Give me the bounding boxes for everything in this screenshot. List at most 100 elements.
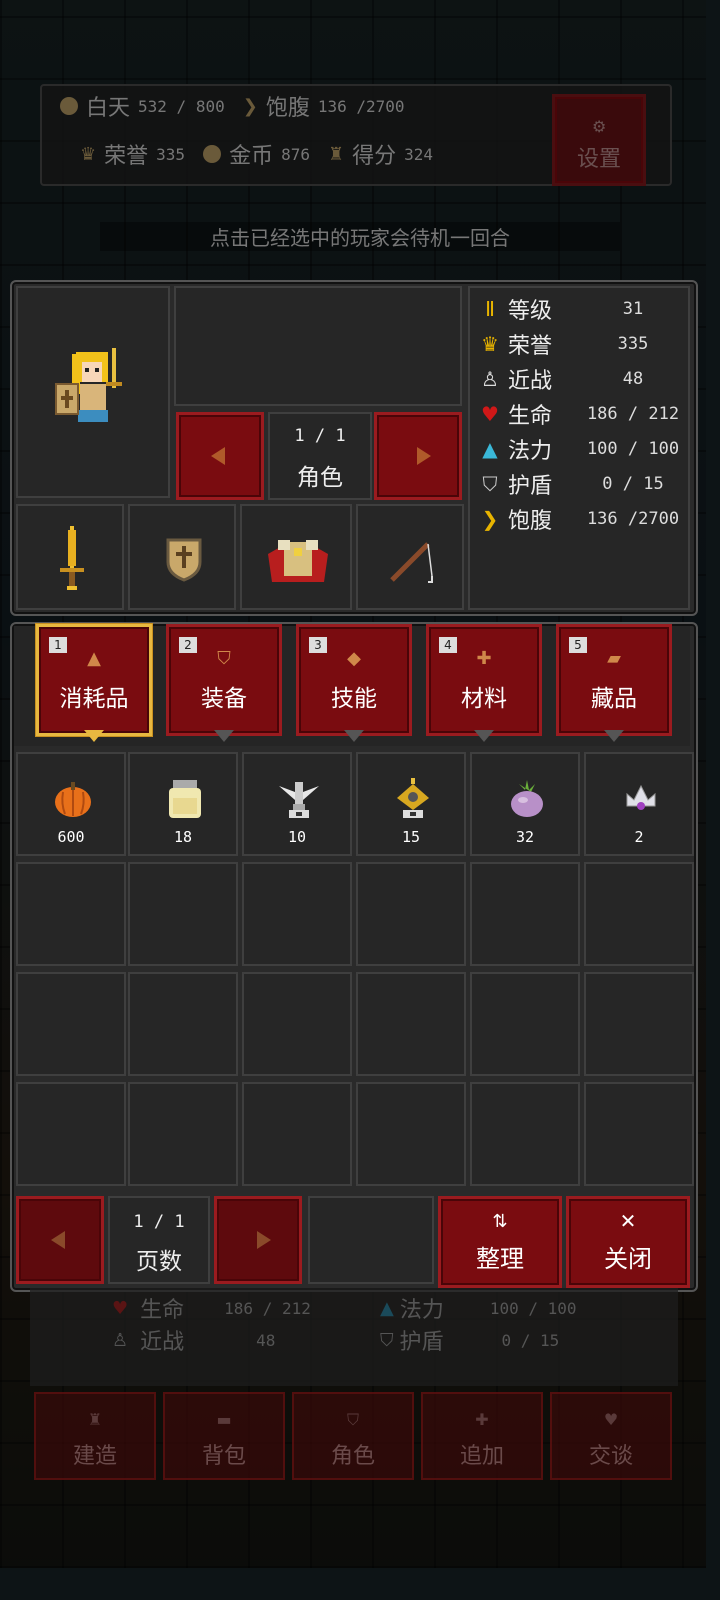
pillar-icon: Ⅱ [485,297,495,321]
fishing-rod-icon [390,542,433,583]
settings-label: 设置 [576,147,621,172]
bottom-tab-3[interactable]: ✚ 追加 [421,1392,543,1480]
stat-name: 荣誉 [508,334,553,359]
item-count: 15 [401,828,421,846]
turnip-icon [505,776,549,820]
equip-slot-shield[interactable] [128,504,236,610]
inventory-slot[interactable]: 15 [356,752,466,856]
inventory-slot-empty[interactable] [242,1082,352,1186]
tab-arrow-icon [344,730,364,742]
bottom-tab-0[interactable]: ♜ 建造 [34,1392,156,1480]
bag-icon: ▬ [216,1410,232,1429]
day-label: 白天 [86,96,131,121]
hammer-icon: ♜ [87,1410,103,1429]
arrow-right-icon [417,447,431,465]
bottom-tab-4[interactable]: ♥ 交谈 [550,1392,672,1480]
tab-armor[interactable]: 2 ⛉ 装备 [166,624,282,736]
inventory-slot-empty[interactable] [242,862,352,966]
inventory-slot-empty[interactable] [470,862,580,966]
selected-arrow-icon [84,730,104,742]
tab-gem[interactable]: 3 ◆ 技能 [296,624,412,736]
tab-arrow-icon [474,730,494,742]
inventory-slot[interactable]: 18 [128,752,238,856]
stat-row-0: Ⅱ 等级 31 [478,292,688,326]
inventory-slot-empty[interactable] [470,972,580,1076]
prev-character-button[interactable] [176,412,264,500]
tab-potion[interactable]: 1 ▲ 消耗品 [36,624,152,736]
inventory-slot-empty[interactable] [356,972,466,1076]
stat-row-5: ⛉ 护盾 0 / 15 [478,467,688,501]
inventory-slot-empty[interactable] [584,1082,694,1186]
bottom-tab-1[interactable]: ▬ 背包 [163,1392,285,1480]
close-button[interactable]: ✕ 关闭 [566,1196,690,1288]
portrait-slot[interactable] [16,286,170,498]
inventory-slot-empty[interactable] [356,1082,466,1186]
next-character-button[interactable] [374,412,462,500]
close-label: 关闭 [604,1245,652,1273]
stat-row-6: ❯ 饱腹 136 /2700 [478,502,688,536]
day-row: 白天 532 / 800 ❯ 饱腹 136 /2700 [60,90,405,122]
bg-shield-label: 护盾 [399,1330,444,1355]
inventory-slot-empty[interactable] [16,972,126,1076]
inventory-slot-empty[interactable] [128,862,238,966]
character-page-number: 1 / 1 [294,426,346,446]
bg-hp-label: 生命 [140,1298,185,1323]
heart-icon: ♥ [112,1297,129,1319]
tab-number: 3 [309,637,327,653]
stat-name: 法力 [508,439,553,464]
arrow-right-icon [257,1231,271,1249]
inventory-slot-empty[interactable] [356,862,466,966]
tab-number: 5 [569,637,587,653]
stat-row-4: ▲ 法力 100 / 100 [478,432,688,466]
sort-button[interactable]: ⇅ 整理 [438,1196,562,1288]
sword-icon: ♙ [481,367,499,391]
stat-name: 护盾 [508,474,553,499]
inventory-slot[interactable]: 10 [242,752,352,856]
inventory-slot-empty[interactable] [242,972,352,1076]
equip-slot-weapon[interactable] [16,504,124,610]
item-count: 600 [57,828,85,846]
bg-mp: ▲ 法力 100 / 100 [380,1292,577,1324]
bg-melee-label: 近战 [140,1330,185,1355]
shield-icon: ⛉ [482,472,498,496]
inventory-slot-empty[interactable] [470,1082,580,1186]
tab-number: 1 [49,637,67,653]
settings-button[interactable]: ⚙ 设置 [552,94,646,186]
tab-scroll[interactable]: 5 ▰ 藏品 [556,624,672,736]
winged-statue-icon [277,776,321,820]
inventory-slot-empty[interactable] [128,1082,238,1186]
bottom-tab-2[interactable]: ⛉ 角色 [292,1392,414,1480]
inventory-slot[interactable]: 600 [16,752,126,856]
inventory-slot-empty[interactable] [128,972,238,1076]
equip-slot-accessory[interactable] [356,504,464,610]
tab-label: 消耗品 [59,686,129,712]
inventory-slot-empty[interactable] [16,862,126,966]
shield-icon: ⛉ [380,1329,394,1351]
inventory-slot-empty[interactable] [584,862,694,966]
score-value: 324 [404,144,434,164]
tiara-icon [619,776,663,820]
equip-slot-armor[interactable] [240,504,352,610]
item-count: 2 [634,828,644,846]
armor-icon [268,540,328,582]
empty-footer-slot [308,1196,434,1284]
score-label: 得分 [352,144,397,169]
inventory-slot[interactable]: 2 [584,752,694,856]
honor-label: 荣誉 [104,144,149,169]
inventory-slot-empty[interactable] [584,972,694,1076]
crown-icon: ♛ [481,332,499,356]
scroll-icon: ▰ [607,648,621,669]
tab-label: 藏品 [591,686,637,712]
bottom-tab-label: 追加 [459,1444,504,1469]
prev-page-button[interactable] [16,1196,104,1284]
tab-material[interactable]: 4 ✚ 材料 [426,624,542,736]
inventory-slot-empty[interactable] [16,1082,126,1186]
bg-shield-value: 0 / 15 [501,1330,560,1350]
next-page-button[interactable] [214,1196,302,1284]
hero-portrait-icon [55,348,122,422]
inventory-slot[interactable]: 32 [470,752,580,856]
shield-icon [166,538,202,582]
flask-icon: ▲ [482,437,498,461]
bg-mp-label: 法力 [399,1298,444,1323]
armor-icon: ⛉ [217,648,231,669]
